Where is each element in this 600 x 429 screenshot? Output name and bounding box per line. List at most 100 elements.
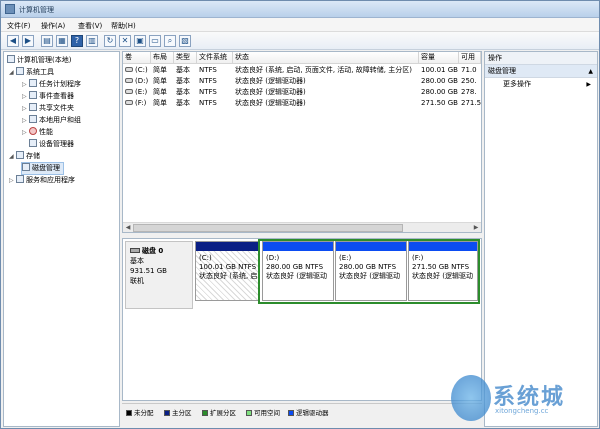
column-header-filesystem[interactable]: 文件系统 (197, 52, 233, 64)
users-icon (29, 115, 37, 123)
tree-item-disk-management[interactable]: 磁盘管理 (21, 162, 64, 175)
expand-icon[interactable]: ▷ (22, 81, 29, 88)
collapse-icon[interactable]: ◢ (9, 153, 16, 160)
toolbar: ◀ ▶ ▤ ▦ ? ▥ ↻ ✕ ▣ ▭ ⌕ ▧ (1, 32, 599, 50)
legend-extended: 扩展分区 (202, 407, 236, 417)
drive-icon (125, 100, 133, 105)
watermark-url: xitongcheng.cc (495, 407, 549, 415)
tree-item-device-manager[interactable]: 设备管理器 (29, 139, 74, 150)
menu-help[interactable]: 帮助(H) (111, 21, 136, 31)
chevron-right-icon: ▶ (586, 81, 591, 88)
legend-swatch (126, 410, 132, 416)
tree-item-shared-folders[interactable]: ▷ 共享文件夹 (22, 103, 74, 114)
expand-icon[interactable]: ▷ (22, 105, 29, 112)
logical-drive-bar (409, 242, 477, 251)
drive-icon (125, 78, 133, 83)
disk-0-label[interactable]: 磁盘 0 基本 931.51 GB 联机 (125, 241, 193, 309)
tree-item-performance[interactable]: ▷ 性能 (22, 127, 53, 138)
details-view-icon[interactable]: ▥ (86, 35, 98, 47)
computer-management-window: 计算机管理 文件(F) 操作(A) 查看(V) 帮助(H) ◀ ▶ ▤ ▦ ? … (0, 0, 600, 429)
storage-icon (16, 151, 24, 159)
event-viewer-icon (29, 91, 37, 99)
services-icon (16, 175, 24, 183)
scroll-right-icon[interactable]: ▶ (472, 224, 480, 232)
legend-swatch (164, 410, 170, 416)
scrollbar-thumb[interactable] (133, 224, 403, 232)
more-actions-item[interactable]: 更多操作 ▶ (485, 78, 597, 91)
expand-icon[interactable]: ▷ (22, 117, 29, 124)
collapse-icon[interactable]: ◢ (9, 69, 16, 76)
navigation-tree: 计算机管理(本地) ◢ 系统工具 ▷ 任务计划程序 ▷ 事件查看器 ▷ 共享文件夹 ▷ 本… (3, 51, 120, 427)
legend-unallocated: 未分配 (126, 407, 154, 417)
device-manager-icon (29, 139, 37, 147)
legend-swatch (202, 410, 208, 416)
hard-disk-icon (130, 248, 140, 253)
drive-icon (125, 89, 133, 94)
computer-management-icon (5, 4, 15, 14)
volume-list: 卷 布局 类型 文件系统 状态 容量 可用 (C:) 简单 基本 NTFS 状态… (122, 51, 482, 233)
watermark-logo-icon (451, 375, 491, 421)
window-title: 计算机管理 (19, 6, 54, 14)
actions-pane: 操作 磁盘管理 ▲ 更多操作 ▶ (484, 51, 598, 427)
tree-item-services[interactable]: ▷ 服务和应用程序 (9, 175, 75, 186)
actions-header: 操作 (485, 52, 597, 65)
menu-view[interactable]: 查看(V) (78, 21, 102, 31)
expand-icon[interactable]: ▷ (22, 93, 29, 100)
show-hide-tree-icon[interactable]: ▦ (56, 35, 68, 47)
tree-item-storage[interactable]: ◢ 存储 (9, 151, 40, 162)
horizontal-scrollbar[interactable]: ◀ ▶ (123, 222, 481, 232)
settings-icon[interactable]: ▧ (179, 35, 191, 47)
tree-item-root[interactable]: 计算机管理(本地) (7, 55, 71, 66)
logical-drive-bar (263, 242, 333, 251)
partition-e[interactable]: (E:) 280.00 GB NTFS 状态良好 (逻辑驱动 (335, 241, 407, 301)
tools-icon (16, 67, 24, 75)
column-header-free[interactable]: 可用 (459, 52, 481, 64)
logical-drive-bar (336, 242, 406, 251)
search-icon[interactable]: ⌕ (164, 35, 176, 47)
legend-swatch (288, 410, 294, 416)
disk-management-icon (22, 163, 30, 171)
drive-icon (125, 67, 133, 72)
title-bar[interactable]: 计算机管理 (1, 1, 599, 18)
column-header-type[interactable]: 类型 (174, 52, 197, 64)
actions-section-disk-management[interactable]: 磁盘管理 ▲ (485, 65, 597, 78)
tree-item-system-tools[interactable]: ◢ 系统工具 (9, 67, 54, 78)
legend-free-space: 可用空间 (246, 407, 280, 417)
delete-icon[interactable]: ✕ (119, 35, 131, 47)
collapse-up-icon[interactable]: ▲ (588, 65, 593, 78)
help-icon[interactable]: ? (71, 35, 83, 47)
partition-legend: 未分配 主分区 扩展分区 可用空间 逻辑驱动器 (122, 403, 482, 417)
partition-d[interactable]: (D:) 280.00 GB NTFS 状态良好 (逻辑驱动 (262, 241, 334, 301)
menu-action[interactable]: 操作(A) (41, 21, 65, 31)
menu-file[interactable]: 文件(F) (7, 21, 31, 31)
column-header-layout[interactable]: 布局 (151, 52, 174, 64)
back-arrow-icon[interactable]: ◀ (7, 35, 19, 47)
column-header-volume[interactable]: 卷 (123, 52, 151, 64)
scroll-left-icon[interactable]: ◀ (124, 224, 132, 232)
tree-item-local-users[interactable]: ▷ 本地用户和组 (22, 115, 81, 126)
column-header-capacity[interactable]: 容量 (419, 52, 459, 64)
menu-bar: 文件(F) 操作(A) 查看(V) 帮助(H) (1, 18, 599, 32)
clock-icon (29, 79, 37, 87)
open-folder-icon[interactable]: ▭ (149, 35, 161, 47)
expand-icon[interactable]: ▷ (9, 177, 16, 184)
expand-icon[interactable]: ▷ (22, 129, 29, 136)
primary-partition-bar (196, 242, 258, 251)
center-pane: 卷 布局 类型 文件系统 状态 容量 可用 (C:) 简单 基本 NTFS 状态… (122, 51, 482, 427)
tree-item-event-viewer[interactable]: ▷ 事件查看器 (22, 91, 74, 102)
watermark: 系统城 xitongcheng.cc (451, 373, 596, 425)
legend-logical: 逻辑驱动器 (288, 407, 329, 417)
properties-icon[interactable]: ▣ (134, 35, 146, 47)
disk-graphical-view: 磁盘 0 基本 931.51 GB 联机 (C:) 100.01 GB NTFS… (122, 238, 482, 401)
up-folder-icon[interactable]: ▤ (41, 35, 53, 47)
column-header-status[interactable]: 状态 (233, 52, 419, 64)
computer-icon (7, 55, 15, 63)
forward-arrow-icon[interactable]: ▶ (22, 35, 34, 47)
performance-icon (29, 127, 37, 135)
partition-c[interactable]: (C:) 100.01 GB NTFS 状态良好 (系统, 启 (195, 241, 259, 301)
refresh-icon[interactable]: ↻ (104, 35, 116, 47)
shared-folder-icon (29, 103, 37, 111)
tree-item-task-scheduler[interactable]: ▷ 任务计划程序 (22, 79, 81, 90)
legend-primary: 主分区 (164, 407, 192, 417)
partition-f[interactable]: (F:) 271.50 GB NTFS 状态良好 (逻辑驱动 (408, 241, 478, 301)
